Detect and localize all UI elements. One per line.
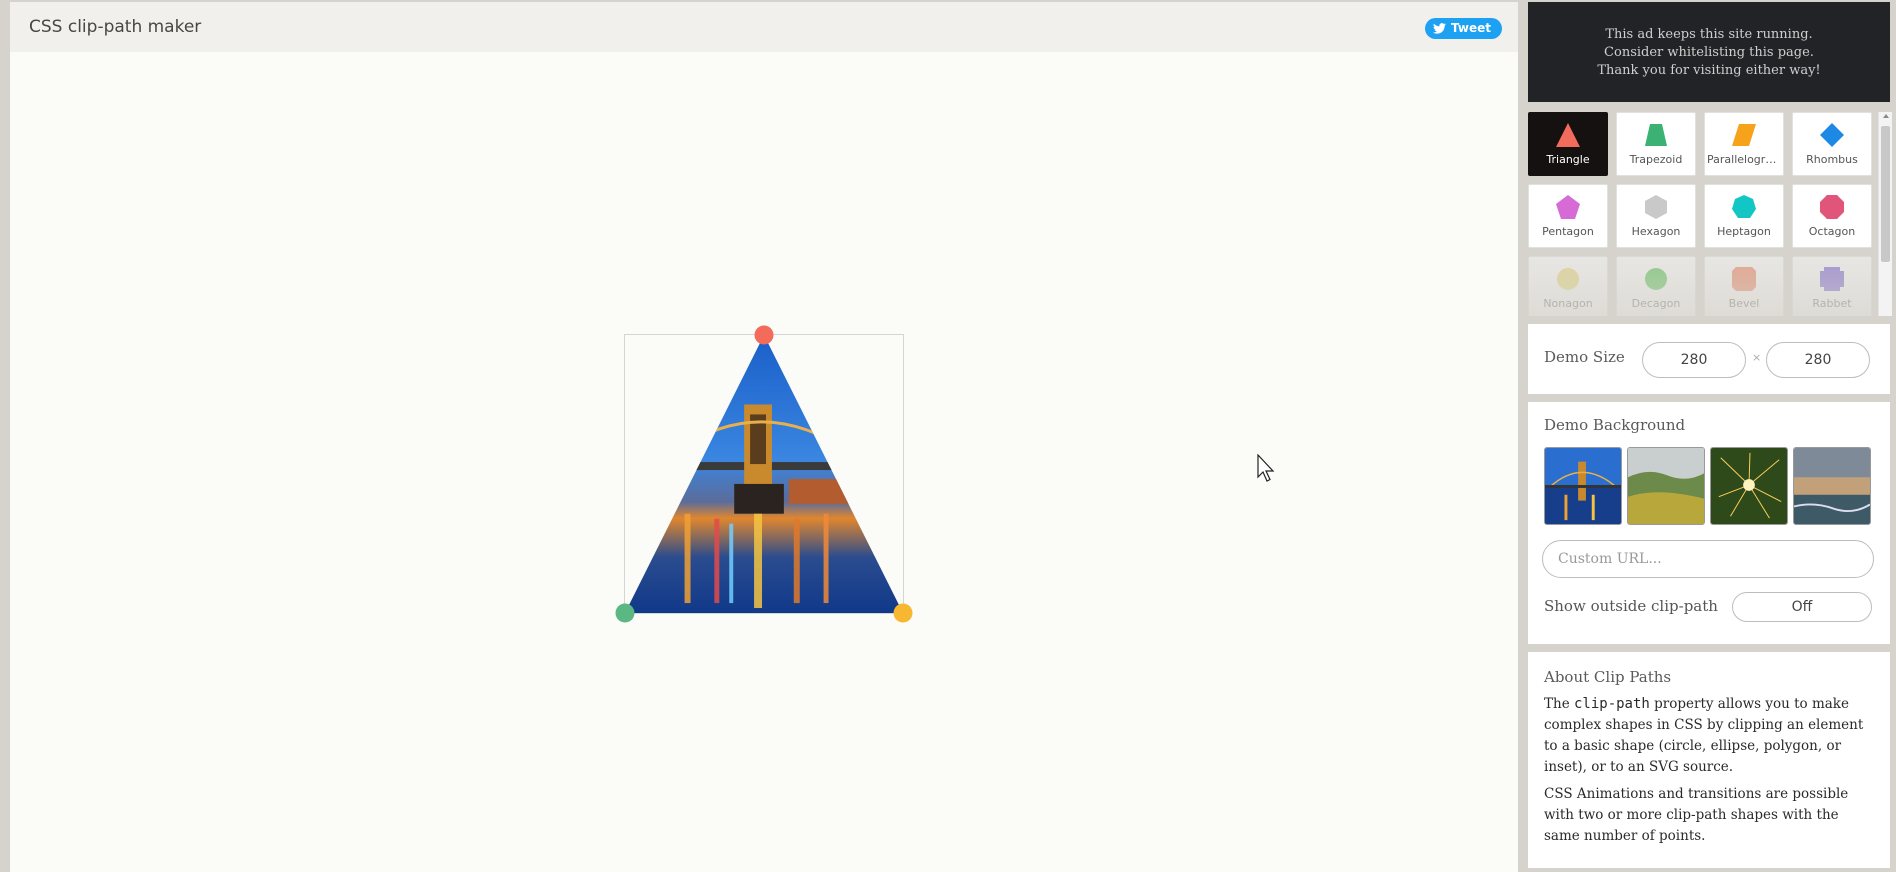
background-thumb-seashore[interactable] <box>1793 447 1871 525</box>
demo-size-panel: Demo Size × <box>1528 324 1890 394</box>
tweet-button[interactable]: Tweet <box>1425 18 1502 39</box>
ad-line-3: Thank you for visiting either way! <box>1597 63 1821 78</box>
shape-list-scrollbar[interactable] <box>1878 112 1892 316</box>
shape-picker: Triangle Trapezoid Parallelogra... Rhomb… <box>1528 112 1880 316</box>
about-text: The clip-path property allows you to mak… <box>1544 694 1876 853</box>
about-paragraph-2: CSS Animations and transitions are possi… <box>1544 786 1849 844</box>
shape-tile-pentagon[interactable]: Pentagon <box>1528 184 1608 248</box>
demo-height-input[interactable] <box>1766 342 1870 378</box>
bottom-right-vertex-handle[interactable] <box>893 603 913 623</box>
twitter-bird-icon <box>1433 23 1447 34</box>
demo-background-panel: Demo Background Custom URL... Show outsi… <box>1528 402 1890 644</box>
shape-tile-heptagon[interactable]: Heptagon <box>1704 184 1784 248</box>
parallelogram-icon <box>1732 124 1756 146</box>
scroll-up-arrow-icon[interactable] <box>1883 114 1889 118</box>
demo-width-input[interactable] <box>1642 342 1746 378</box>
shape-tile-bevel[interactable]: Bevel <box>1704 256 1784 316</box>
background-thumb-hills[interactable] <box>1627 447 1705 525</box>
shape-tile-rhombus[interactable]: Rhombus <box>1792 112 1872 176</box>
nonagon-icon <box>1557 268 1579 290</box>
bevel-icon <box>1732 267 1756 291</box>
shape-tile-rabbet[interactable]: Rabbet <box>1792 256 1872 316</box>
about-panel: About Clip Paths The clip-path property … <box>1528 652 1890 868</box>
shape-label: Rabbet <box>1812 297 1852 310</box>
background-thumb-sparkler[interactable] <box>1710 447 1788 525</box>
demo-background-title: Demo Background <box>1544 416 1686 434</box>
top-vertex-handle[interactable] <box>754 325 774 345</box>
background-thumbnails <box>1544 447 1871 525</box>
app-title: CSS clip-path maker <box>29 17 202 37</box>
shape-label: Trapezoid <box>1629 153 1683 166</box>
shape-tile-nonagon[interactable]: Nonagon <box>1528 256 1608 316</box>
decagon-icon <box>1645 268 1667 290</box>
shape-label: Rhombus <box>1806 153 1858 166</box>
shape-label: Triangle <box>1546 153 1590 166</box>
ad-line-2: Consider whitelisting this page. <box>1604 45 1814 60</box>
demo-shape-bounds <box>615 325 913 623</box>
scrollbar-thumb[interactable] <box>1881 126 1890 262</box>
mouse-cursor-icon <box>1257 454 1275 482</box>
shape-label: Heptagon <box>1717 225 1771 238</box>
hexagon-icon <box>1645 195 1667 219</box>
ad-line-1: This ad keeps this site running. <box>1605 27 1813 42</box>
tweet-label: Tweet <box>1451 21 1491 35</box>
trapezoid-icon <box>1645 124 1667 146</box>
shape-tile-parallelogram[interactable]: Parallelogra... <box>1704 112 1784 176</box>
clip-path-stage: CSS clip-path maker Tweet <box>10 2 1518 872</box>
sidebar: This ad keeps this site running. Conside… <box>1528 0 1896 872</box>
heptagon-icon <box>1732 195 1756 218</box>
show-outside-label: Show outside clip-path <box>1544 597 1718 615</box>
clip-path-code: clip-path <box>1573 696 1650 712</box>
about-paragraph-1: The clip-path property allows you to mak… <box>1544 694 1876 778</box>
shape-label: Decagon <box>1631 297 1681 310</box>
clipped-demo-image <box>625 335 903 613</box>
times-sign: × <box>1752 351 1762 364</box>
shape-label: Parallelogra... <box>1707 153 1781 166</box>
shape-tile-trapezoid[interactable]: Trapezoid <box>1616 112 1696 176</box>
show-outside-toggle[interactable]: Off <box>1732 592 1872 622</box>
rabbet-icon <box>1820 267 1844 291</box>
octagon-icon <box>1820 195 1844 219</box>
shape-tile-triangle[interactable]: Triangle <box>1528 112 1608 176</box>
shape-label: Hexagon <box>1631 225 1681 238</box>
shape-label: Pentagon <box>1542 225 1594 238</box>
shape-tile-octagon[interactable]: Octagon <box>1792 184 1872 248</box>
bottom-left-vertex-handle[interactable] <box>615 603 635 623</box>
custom-url-input[interactable]: Custom URL... <box>1542 540 1874 578</box>
shape-tile-decagon[interactable]: Decagon <box>1616 256 1696 316</box>
top-bar: CSS clip-path maker Tweet <box>10 2 1518 52</box>
rhombus-icon <box>1820 123 1844 147</box>
demo-size-title: Demo Size <box>1544 348 1625 366</box>
triangle-icon <box>1556 123 1580 147</box>
shape-tile-hexagon[interactable]: Hexagon <box>1616 184 1696 248</box>
pentagon-icon <box>1556 195 1580 219</box>
shape-label: Octagon <box>1808 225 1856 238</box>
about-title: About Clip Paths <box>1544 668 1672 686</box>
shape-label: Nonagon <box>1543 297 1593 310</box>
ad-banner[interactable]: This ad keeps this site running. Conside… <box>1528 2 1890 102</box>
about-text-span: The <box>1544 696 1574 712</box>
background-thumb-bridge[interactable] <box>1544 447 1622 525</box>
shape-label: Bevel <box>1728 297 1760 310</box>
